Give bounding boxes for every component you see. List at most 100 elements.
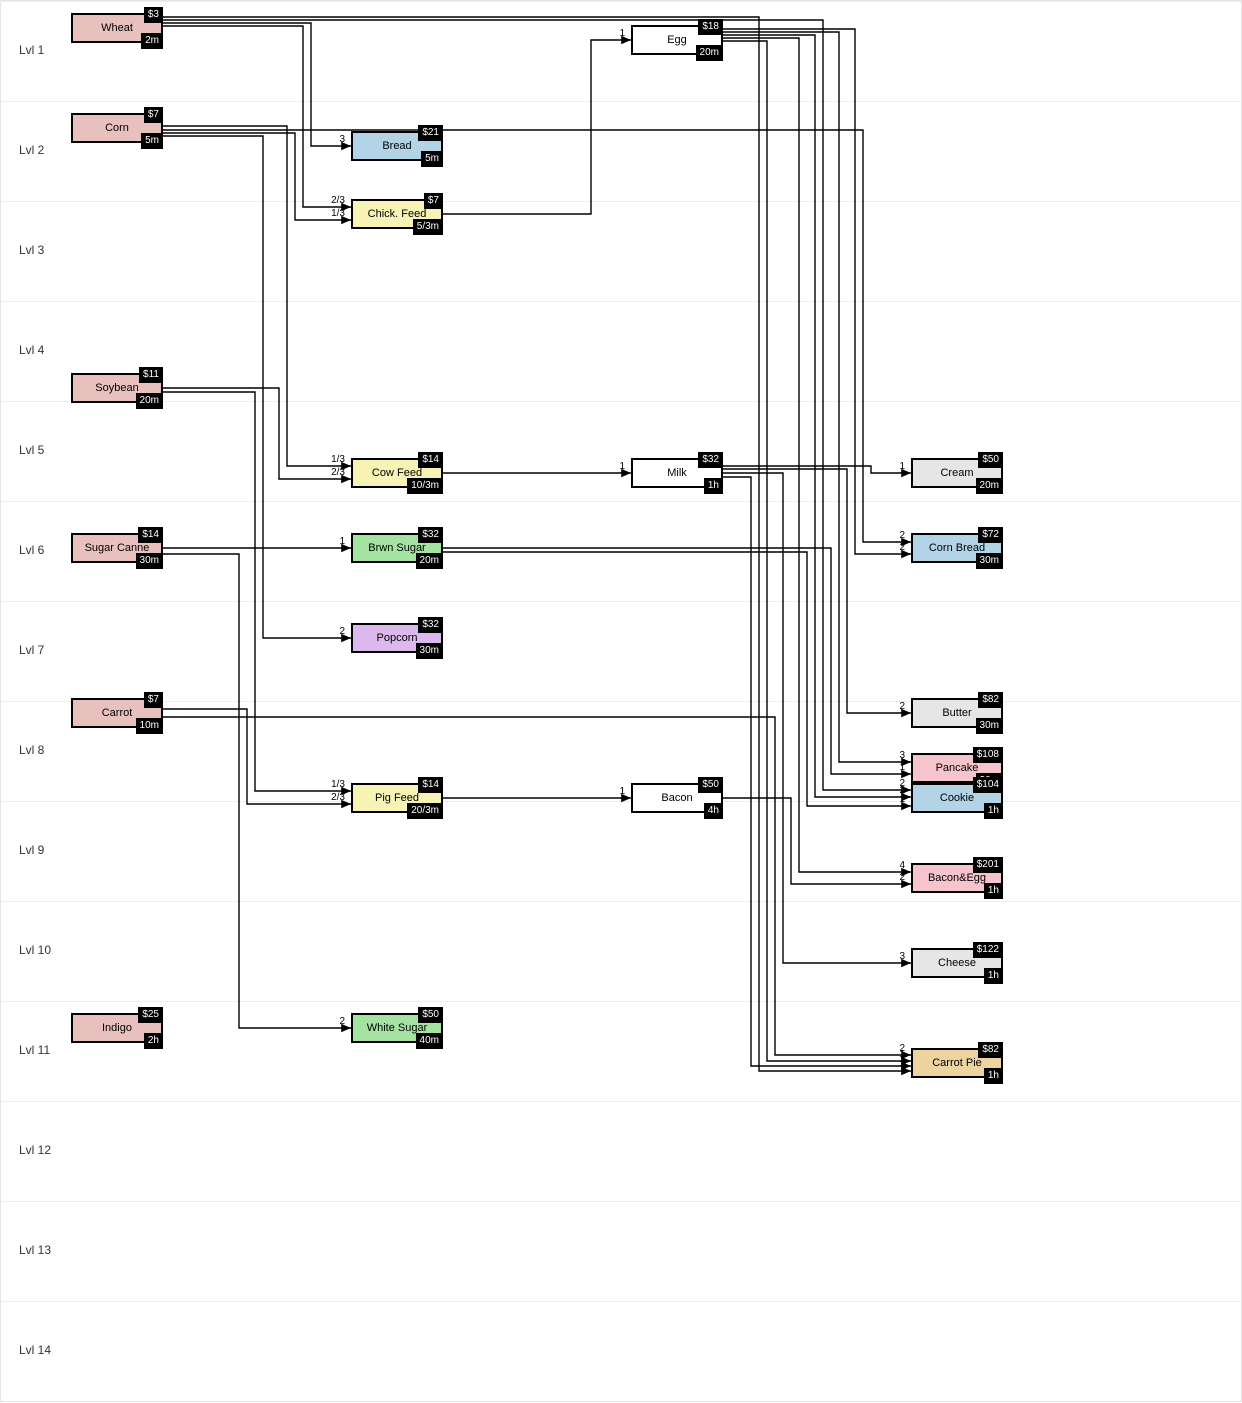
node-time: 30m bbox=[976, 553, 1003, 569]
node-label: Popcorn bbox=[373, 632, 422, 644]
edge-qty: 2 bbox=[321, 626, 345, 637]
edge-qty: 1 bbox=[881, 794, 905, 805]
node-label: Cookie bbox=[936, 792, 978, 804]
node-label: Carrot bbox=[98, 707, 137, 719]
node-price: $50 bbox=[418, 1007, 443, 1023]
edge-qty: 1/3 bbox=[321, 454, 345, 465]
edge bbox=[163, 126, 351, 466]
node-milk[interactable]: Milk$321h bbox=[631, 458, 723, 488]
node-time: 30m bbox=[416, 643, 443, 659]
node-time: 1h bbox=[984, 803, 1003, 819]
edge-qty: 1 bbox=[601, 786, 625, 797]
node-time: 20m bbox=[976, 478, 1003, 494]
edge-qty: 1 bbox=[321, 536, 345, 547]
node-price: $201 bbox=[973, 857, 1003, 873]
edge bbox=[163, 26, 351, 207]
node-whitesugar[interactable]: White Sugar$5040m bbox=[351, 1013, 443, 1043]
node-butter[interactable]: Butter$8230m bbox=[911, 698, 1003, 728]
node-label: Milk bbox=[663, 467, 691, 479]
edge bbox=[163, 392, 351, 791]
edge-qty: 2 bbox=[321, 1016, 345, 1027]
edge bbox=[443, 40, 631, 214]
node-pigfeed[interactable]: Pig Feed$1420/3m bbox=[351, 783, 443, 813]
node-egg[interactable]: Egg$1820m bbox=[631, 25, 723, 55]
node-bacon[interactable]: Bacon$504h bbox=[631, 783, 723, 813]
node-price: $32 bbox=[418, 617, 443, 633]
node-price: $7 bbox=[424, 193, 443, 209]
edge-qty: 4 bbox=[881, 860, 905, 871]
node-brwnsugar[interactable]: Brwn Sugar$3220m bbox=[351, 533, 443, 563]
node-indigo[interactable]: Indigo$252h bbox=[71, 1013, 163, 1043]
edge-qty: 3 bbox=[321, 134, 345, 145]
node-time: 10/3m bbox=[407, 478, 443, 494]
node-price: $21 bbox=[418, 125, 443, 141]
node-time: 20/3m bbox=[407, 803, 443, 819]
node-chickfeed[interactable]: Chick. Feed$75/3m bbox=[351, 199, 443, 229]
node-time: 20m bbox=[696, 45, 723, 61]
node-price: $50 bbox=[978, 452, 1003, 468]
node-baconegg[interactable]: Bacon&Egg$2011h bbox=[911, 863, 1003, 893]
node-time: 1h bbox=[704, 478, 723, 494]
node-price: $32 bbox=[418, 527, 443, 543]
edges-layer bbox=[1, 1, 1242, 1403]
node-cream[interactable]: Cream$5020m bbox=[911, 458, 1003, 488]
edge-qty: 1 bbox=[601, 461, 625, 472]
node-time: 5/3m bbox=[413, 219, 443, 235]
node-cheese[interactable]: Cheese$1221h bbox=[911, 948, 1003, 978]
node-time: 2m bbox=[141, 33, 163, 49]
node-label: Egg bbox=[663, 34, 691, 46]
edge-qty: 1 bbox=[881, 1054, 905, 1065]
node-price: $3 bbox=[144, 7, 163, 23]
node-price: $72 bbox=[978, 527, 1003, 543]
edge bbox=[443, 552, 911, 806]
node-price: $11 bbox=[139, 367, 163, 383]
node-price: $108 bbox=[973, 747, 1003, 763]
node-bread[interactable]: Bread$215m bbox=[351, 131, 443, 161]
edge-qty: 1/3 bbox=[321, 208, 345, 219]
node-time: 1h bbox=[984, 968, 1003, 984]
node-time: 10m bbox=[136, 718, 163, 734]
edge-qty: 2 bbox=[881, 530, 905, 541]
node-cowfeed[interactable]: Cow Feed$1410/3m bbox=[351, 458, 443, 488]
node-price: $25 bbox=[138, 1007, 163, 1023]
edge bbox=[163, 23, 351, 146]
node-label: Bacon bbox=[657, 792, 696, 804]
node-time: 1h bbox=[984, 1068, 1003, 1084]
node-corn[interactable]: Corn$75m bbox=[71, 113, 163, 143]
node-price: $82 bbox=[978, 1042, 1003, 1058]
node-label: Cream bbox=[936, 467, 977, 479]
node-label: Butter bbox=[938, 707, 975, 719]
node-label: Bacon&Egg bbox=[924, 872, 990, 884]
edge-qty: 2 bbox=[881, 542, 905, 553]
node-price: $122 bbox=[973, 942, 1003, 958]
node-price: $18 bbox=[698, 19, 723, 35]
node-time: 2h bbox=[144, 1033, 163, 1049]
node-price: $14 bbox=[418, 777, 443, 793]
node-label: Indigo bbox=[98, 1022, 136, 1034]
edge-qty: 2 bbox=[881, 701, 905, 712]
node-price: $7 bbox=[144, 692, 163, 708]
node-sugarcane[interactable]: Sugar Canne$1430m bbox=[71, 533, 163, 563]
node-price: $104 bbox=[973, 777, 1003, 793]
node-time: 30m bbox=[136, 553, 163, 569]
node-cookie[interactable]: Cookie$1041h bbox=[911, 783, 1003, 813]
edge bbox=[723, 29, 911, 554]
node-carrot[interactable]: Carrot$710m bbox=[71, 698, 163, 728]
node-carrotpie[interactable]: Carrot Pie$821h bbox=[911, 1048, 1003, 1078]
edge-qty: 3 bbox=[881, 951, 905, 962]
edge-qty: 2 bbox=[881, 872, 905, 883]
node-label: Wheat bbox=[97, 22, 137, 34]
node-soybean[interactable]: Soybean$1120m bbox=[71, 373, 163, 403]
node-wheat[interactable]: Wheat$32m bbox=[71, 13, 163, 43]
node-label: Cheese bbox=[934, 957, 980, 969]
node-label: Bread bbox=[378, 140, 415, 152]
node-price: $32 bbox=[698, 452, 723, 468]
node-time: 20m bbox=[416, 553, 443, 569]
edge-qty: 1 bbox=[881, 762, 905, 773]
node-cornbread[interactable]: Corn Bread$7230m bbox=[911, 533, 1003, 563]
edge-qty: 2/3 bbox=[321, 195, 345, 206]
node-time: 1h bbox=[984, 883, 1003, 899]
edge-qty: 2/3 bbox=[321, 792, 345, 803]
node-time: 20m bbox=[136, 393, 163, 409]
node-popcorn[interactable]: Popcorn$3230m bbox=[351, 623, 443, 653]
